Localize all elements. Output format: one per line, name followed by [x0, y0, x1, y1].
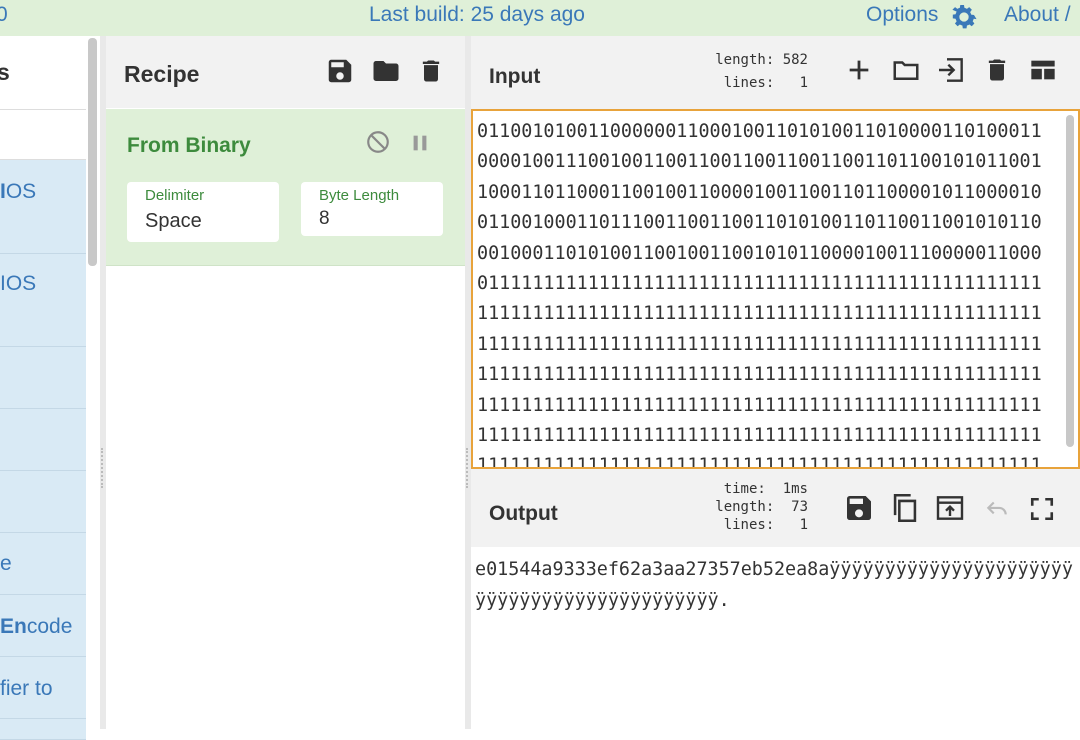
about-link[interactable]: About /	[1004, 3, 1071, 27]
byte-length-label: Byte Length	[319, 187, 400, 204]
delimiter-value: Space	[145, 210, 202, 232]
folder-icon[interactable]	[370, 56, 402, 86]
operations-panel: s IOS IOS e Encode fier to	[0, 36, 100, 740]
recipe-panel: Recipe From Binary Delimiter Space Byte …	[106, 36, 465, 729]
operation-item[interactable]	[0, 719, 86, 740]
top-banner: 0 Last build: 25 days ago Options About …	[0, 0, 1080, 36]
input-stats: length: 582 lines: 1	[707, 49, 808, 95]
input-length-value: 582	[782, 52, 808, 68]
output-time-label: time:	[723, 481, 766, 497]
operation-name: From Binary	[127, 134, 251, 157]
operation-item[interactable]: e	[0, 533, 86, 595]
io-panel: Input length: 582 lines: 1 01100101001100…	[471, 36, 1080, 729]
output-title: Output	[489, 502, 558, 525]
options-link[interactable]: Options	[866, 3, 938, 27]
operation-label: e	[0, 552, 12, 575]
output-length-label: length:	[715, 499, 775, 515]
copy-icon[interactable]	[888, 490, 922, 526]
input-text[interactable]: 0110010100110000001100010011010100110100…	[477, 117, 1052, 467]
input-textarea[interactable]: 0110010100110000001100010011010100110100…	[471, 109, 1080, 469]
open-folder-icon[interactable]	[889, 55, 923, 85]
operations-header: s	[0, 36, 86, 110]
operation-item[interactable]	[0, 409, 86, 471]
replace-input-icon[interactable]	[933, 492, 967, 524]
operation-item[interactable]	[0, 347, 86, 409]
trash-icon[interactable]	[417, 55, 445, 87]
operations-search-input[interactable]	[0, 110, 86, 160]
layout-icon[interactable]	[1027, 56, 1059, 84]
operation-label: code	[26, 615, 73, 638]
byte-length-value: 8	[319, 208, 330, 229]
input-lines-label: lines:	[723, 75, 775, 91]
operation-item[interactable]: fier to	[0, 657, 86, 719]
recipe-operation-from-binary[interactable]: From Binary Delimiter Space Byte Length …	[106, 109, 465, 266]
last-build-text: Last build: 25 days ago	[369, 3, 585, 26]
operations-title: s	[0, 59, 10, 85]
gear-icon[interactable]	[948, 1, 980, 33]
output-time-value: 1ms	[782, 481, 808, 497]
trash-icon[interactable]	[983, 54, 1011, 86]
recipe-header: Recipe	[106, 36, 465, 108]
disable-icon[interactable]	[365, 129, 391, 155]
recipe-title: Recipe	[124, 61, 200, 87]
operation-label: OS	[5, 180, 37, 203]
output-lines-label: lines:	[723, 517, 775, 533]
operation-item[interactable]: IOS	[0, 254, 86, 347]
input-header: Input length: 582 lines: 1	[471, 36, 1080, 109]
maximize-icon[interactable]	[1029, 496, 1055, 522]
input-title: Input	[489, 65, 541, 88]
operation-item[interactable]	[0, 471, 86, 533]
import-file-icon[interactable]	[933, 54, 969, 86]
input-length-label: length:	[715, 52, 775, 68]
banner-left-fragment: 0	[0, 3, 8, 26]
output-length-value: 73	[791, 499, 808, 515]
pause-icon[interactable]	[409, 132, 431, 154]
output-lines-value: 1	[799, 517, 808, 533]
operation-item[interactable]: Encode	[0, 595, 86, 657]
plus-icon[interactable]	[845, 56, 873, 84]
byte-length-field[interactable]: Byte Length 8	[301, 182, 443, 236]
input-lines-value: 1	[799, 75, 808, 91]
operations-scrollbar[interactable]	[88, 38, 97, 266]
delimiter-label: Delimiter	[145, 187, 205, 204]
save-icon[interactable]	[325, 56, 355, 86]
operation-label: fier to	[0, 677, 53, 700]
delimiter-field[interactable]: Delimiter Space	[127, 182, 279, 242]
output-stats: time: 1ms length: 73 lines: 1	[699, 480, 808, 534]
output-text[interactable]: e01544a9333ef62a3aa27357eb52ea8aÿÿÿÿÿÿÿÿ…	[475, 554, 1075, 616]
operation-label-bold: En	[0, 615, 27, 638]
operation-label: IOS	[0, 272, 37, 295]
undo-icon[interactable]	[981, 496, 1013, 522]
input-scrollbar[interactable]	[1066, 115, 1074, 447]
output-header: Output time: 1ms length: 73 lines: 1	[471, 475, 1080, 547]
save-icon[interactable]	[843, 492, 875, 524]
operation-item[interactable]: IOS	[0, 160, 86, 254]
